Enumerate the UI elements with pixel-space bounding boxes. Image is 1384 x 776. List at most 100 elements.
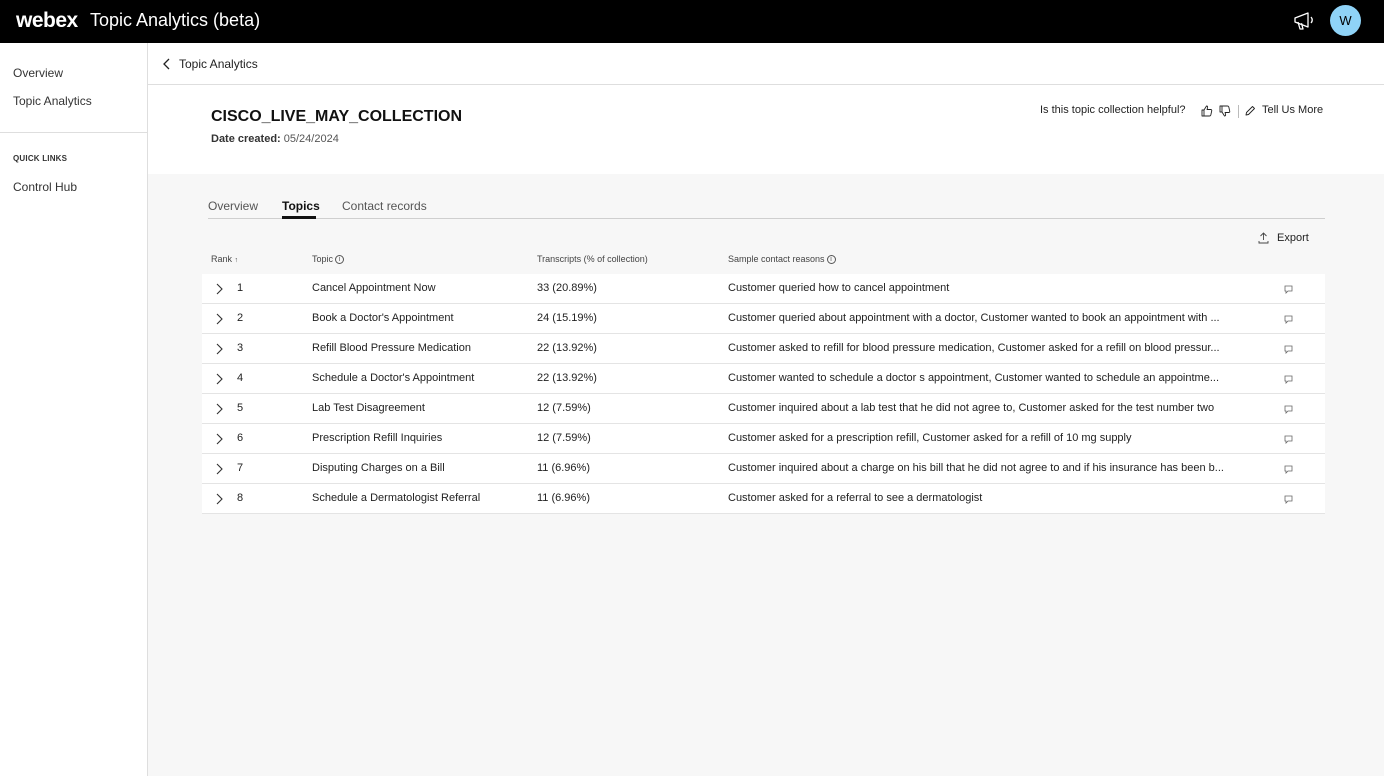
rank-cell: 3 xyxy=(237,342,244,354)
transcripts-cell: 33 (20.89%) xyxy=(537,282,597,294)
helpful-question: Is this topic collection helpful? xyxy=(1040,104,1186,116)
back-link[interactable]: Topic Analytics xyxy=(179,57,258,71)
chevron-right-icon[interactable] xyxy=(215,433,223,445)
rank-cell: 8 xyxy=(237,492,244,504)
column-header-rank[interactable]: Rank ↑ xyxy=(211,254,238,264)
page-title: CISCO_LIVE_MAY_COLLECTION xyxy=(211,108,463,125)
sidebar-item-topic-analytics[interactable]: Topic Analytics xyxy=(13,94,92,108)
table-row[interactable]: 2 Book a Doctor's Appointment 24 (15.19%… xyxy=(202,304,1325,334)
breadcrumb: Topic Analytics xyxy=(148,43,1384,85)
avatar[interactable]: W xyxy=(1330,5,1361,36)
topic-cell: Prescription Refill Inquiries xyxy=(312,432,443,444)
chevron-right-icon[interactable] xyxy=(215,373,223,385)
upload-icon[interactable] xyxy=(1258,232,1269,244)
feedback-icon[interactable] xyxy=(1284,315,1293,324)
reason-cell: Customer queried how to cancel appointme… xyxy=(728,282,950,294)
topic-header-label: Topic xyxy=(312,254,334,264)
reason-cell: Customer asked to refill for blood press… xyxy=(728,342,1220,354)
chevron-right-icon[interactable] xyxy=(215,283,223,295)
sidebar: Overview Topic Analytics QUICK LINKS Con… xyxy=(0,43,148,776)
sort-ascending-icon[interactable]: ↑ xyxy=(235,257,239,264)
reason-cell: Customer inquired about a lab test that … xyxy=(728,402,1215,414)
rank-cell: 6 xyxy=(237,432,244,444)
reason-cell: Customer asked for a referral to see a d… xyxy=(728,492,983,504)
table-row[interactable]: 7 Disputing Charges on a Bill 11 (6.96%)… xyxy=(202,454,1325,484)
feedback-divider xyxy=(1238,105,1239,118)
feedback-icon[interactable] xyxy=(1284,345,1293,354)
info-icon[interactable]: i xyxy=(826,255,836,264)
topic-cell: Disputing Charges on a Bill xyxy=(312,462,445,474)
feedback-icon[interactable] xyxy=(1284,375,1293,384)
app-title: Topic Analytics (beta) xyxy=(90,10,261,30)
chevron-right-icon[interactable] xyxy=(215,313,223,325)
feedback-icon[interactable] xyxy=(1284,465,1293,474)
table-row[interactable]: 6 Prescription Refill Inquiries 12 (7.59… xyxy=(202,424,1325,454)
chevron-right-icon[interactable] xyxy=(215,493,223,505)
table-row[interactable]: 5 Lab Test Disagreement 12 (7.59%) Custo… xyxy=(202,394,1325,424)
column-header-transcripts: Transcripts (% of collection) xyxy=(537,254,648,264)
transcripts-cell: 11 (6.96%) xyxy=(537,462,590,474)
chevron-right-icon[interactable] xyxy=(215,343,223,355)
topic-cell: Schedule a Dermatologist Referral xyxy=(312,492,481,504)
topic-cell: Schedule a Doctor's Appointment xyxy=(312,372,475,384)
transcripts-cell: 22 (13.92%) xyxy=(537,342,597,354)
top-bar: webex Topic Analytics (beta) W xyxy=(0,0,1384,43)
reason-cell: Customer queried about appointment with … xyxy=(728,312,1220,324)
rank-cell: 2 xyxy=(237,312,244,324)
active-tab-indicator xyxy=(282,216,316,219)
thumbs-down-icon[interactable] xyxy=(1219,105,1231,117)
transcripts-cell: 12 (7.59%) xyxy=(537,432,591,444)
rank-cell: 5 xyxy=(237,402,244,414)
reason-cell: Customer wanted to schedule a doctor s a… xyxy=(728,372,1220,384)
topic-cell: Cancel Appointment Now xyxy=(312,282,436,294)
transcripts-cell: 11 (6.96%) xyxy=(537,492,590,504)
thumbs-up-icon[interactable] xyxy=(1201,105,1213,117)
sidebar-item-control-hub[interactable]: Control Hub xyxy=(13,180,77,194)
tab-overview[interactable]: Overview xyxy=(208,199,258,213)
info-icon[interactable]: i xyxy=(335,255,345,264)
date-created-label: Date created: xyxy=(211,133,281,145)
reason-cell: Customer asked for a prescription refill… xyxy=(728,432,1132,444)
feedback-icon[interactable] xyxy=(1284,405,1293,414)
transcripts-cell: 22 (13.92%) xyxy=(537,372,597,384)
column-header-topic: Topic i xyxy=(312,254,345,264)
header-panel: Topic Analytics CISCO_LIVE_MAY_COLLECTIO… xyxy=(148,43,1384,174)
column-header-reasons: Sample contact reasons i xyxy=(728,254,836,264)
chevron-right-icon[interactable] xyxy=(215,403,223,415)
export-button[interactable]: Export xyxy=(1277,232,1309,244)
megaphone-icon[interactable] xyxy=(1292,10,1316,32)
rank-cell: 4 xyxy=(237,372,244,384)
reason-cell: Customer inquired about a charge on his … xyxy=(728,462,1224,474)
main-content: Topic Analytics CISCO_LIVE_MAY_COLLECTIO… xyxy=(148,43,1384,776)
tab-bar: Overview Topics Contact records xyxy=(208,191,1325,219)
sidebar-divider xyxy=(0,132,147,133)
date-created-value: 05/24/2024 xyxy=(283,133,339,145)
reasons-header-label: Sample contact reasons xyxy=(728,254,825,264)
rank-cell: 1 xyxy=(237,282,244,294)
sidebar-item-overview[interactable]: Overview xyxy=(13,66,63,80)
topics-table: 1 Cancel Appointment Now 33 (20.89%) Cus… xyxy=(202,274,1325,514)
date-created: Date created: 05/24/2024 xyxy=(211,133,339,145)
tab-topics[interactable]: Topics xyxy=(282,199,320,213)
rank-cell: 7 xyxy=(237,462,244,474)
pencil-icon[interactable] xyxy=(1244,105,1256,117)
table-row[interactable]: 3 Refill Blood Pressure Medication 22 (1… xyxy=(202,334,1325,364)
feedback-icon[interactable] xyxy=(1284,435,1293,444)
topic-cell: Book a Doctor's Appointment xyxy=(312,312,454,324)
quick-links-heading: QUICK LINKS xyxy=(13,154,68,163)
transcripts-cell: 24 (15.19%) xyxy=(537,312,597,324)
rank-header-label: Rank xyxy=(211,254,233,264)
topic-cell: Lab Test Disagreement xyxy=(312,402,425,414)
chevron-right-icon[interactable] xyxy=(215,463,223,475)
tell-us-more-link[interactable]: Tell Us More xyxy=(1262,104,1323,116)
table-row[interactable]: 4 Schedule a Doctor's Appointment 22 (13… xyxy=(202,364,1325,394)
feedback-icon[interactable] xyxy=(1284,285,1293,294)
tab-contact-records[interactable]: Contact records xyxy=(342,199,427,213)
chevron-left-icon[interactable] xyxy=(162,57,172,71)
feedback-icon[interactable] xyxy=(1284,495,1293,504)
topic-cell: Refill Blood Pressure Medication xyxy=(312,342,471,354)
table-row[interactable]: 8 Schedule a Dermatologist Referral 11 (… xyxy=(202,484,1325,514)
transcripts-cell: 12 (7.59%) xyxy=(537,402,591,414)
webex-logo[interactable]: webex xyxy=(16,9,78,33)
table-row[interactable]: 1 Cancel Appointment Now 33 (20.89%) Cus… xyxy=(202,274,1325,304)
